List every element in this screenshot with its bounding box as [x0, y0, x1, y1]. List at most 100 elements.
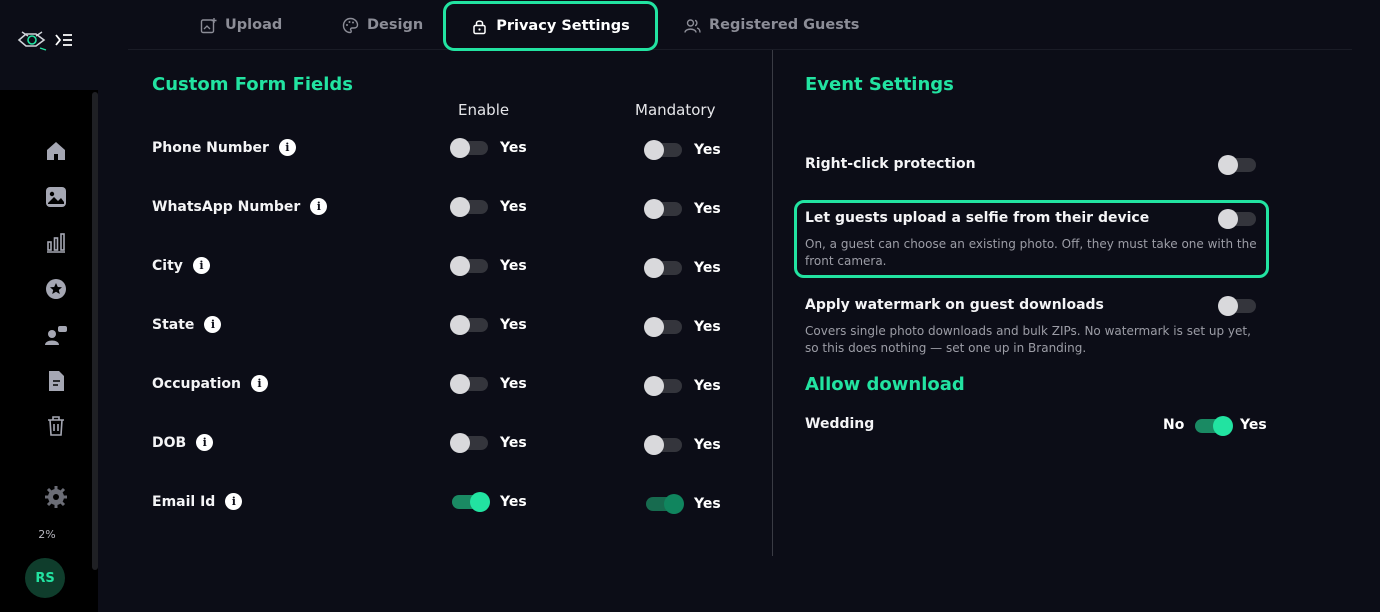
enable-toggle-label: Yes [500, 494, 527, 510]
enable-toggle-label: Yes [500, 199, 527, 215]
tab-upload-label: Upload [225, 17, 283, 33]
mandatory-toggle-switch[interactable] [646, 494, 684, 514]
users-icon[interactable] [44, 323, 68, 347]
toggle-knob [664, 494, 684, 514]
enable-toggle[interactable]: Yes [452, 492, 527, 512]
toggle-knob [644, 317, 664, 337]
info-icon[interactable]: i [204, 316, 222, 333]
field-label-text: Email Id [152, 493, 216, 510]
mandatory-toggle[interactable]: Yes [644, 199, 721, 219]
watermark-label: Apply watermark on guest downloads [805, 297, 1104, 313]
toggle-knob [644, 199, 664, 219]
analytics-icon[interactable] [44, 231, 68, 255]
watermark-toggle[interactable] [1218, 296, 1256, 316]
mandatory-toggle-label: Yes [694, 437, 721, 453]
enable-toggle[interactable]: Yes [450, 256, 527, 276]
enable-toggle[interactable]: Yes [450, 374, 527, 394]
toggle-knob [450, 256, 470, 276]
enable-toggle-label: Yes [500, 140, 527, 156]
toggle-knob [470, 492, 490, 512]
field-label-text: WhatsApp Number [152, 198, 301, 215]
lock-icon [473, 19, 486, 34]
settings-icon[interactable] [44, 485, 68, 509]
toggle-knob [644, 140, 664, 160]
sidebar-scrollbar[interactable] [92, 92, 98, 570]
mandatory-toggle-switch[interactable] [644, 317, 682, 337]
toggle-knob [1218, 155, 1238, 175]
field-label: State i [152, 316, 222, 333]
allow-download-title: Allow download [805, 374, 965, 395]
enable-toggle-label: Yes [500, 317, 527, 333]
right-click-protection-toggle[interactable] [1218, 155, 1256, 175]
toggle-knob [450, 374, 470, 394]
download-yes-label: Yes [1240, 417, 1267, 433]
selfie-upload-description: On, a guest can choose an existing photo… [805, 237, 1257, 268]
tab-design[interactable]: Design [342, 0, 423, 50]
toggle-knob [450, 433, 470, 453]
enable-toggle-label: Yes [500, 258, 527, 274]
enable-toggle-switch[interactable] [450, 315, 488, 335]
tab-registered-guests[interactable]: Registered Guests [684, 0, 859, 50]
enable-toggle[interactable]: Yes [450, 433, 527, 453]
field-label: Phone Number i [152, 139, 296, 156]
document-icon[interactable] [44, 369, 68, 393]
sidebar-header [0, 0, 98, 90]
toggle-knob [644, 435, 664, 455]
enable-toggle-switch[interactable] [452, 492, 490, 512]
enable-toggle-switch[interactable] [450, 197, 488, 217]
mandatory-toggle-switch[interactable] [644, 435, 682, 455]
mandatory-toggle[interactable]: Yes [644, 140, 721, 160]
info-icon[interactable]: i [225, 493, 243, 510]
field-label: DOB i [152, 434, 214, 451]
info-icon[interactable]: i [251, 375, 269, 392]
enable-toggle-switch[interactable] [450, 433, 488, 453]
toggle-knob [644, 258, 664, 278]
watermark-description: Covers single photo downloads and bulk Z… [805, 324, 1251, 355]
tab-privacy-settings-label: Privacy Settings [496, 18, 630, 34]
mandatory-column-header: Mandatory [635, 101, 716, 119]
selfie-upload-toggle[interactable] [1218, 209, 1256, 229]
tab-upload[interactable]: Upload [200, 0, 282, 50]
toggle-knob [450, 197, 470, 217]
selfie-upload-label: Let guests upload a selfie from their de… [805, 210, 1150, 226]
mandatory-toggle[interactable]: Yes [644, 258, 721, 278]
mandatory-toggle-switch[interactable] [644, 376, 682, 396]
mandatory-toggle[interactable]: Yes [644, 435, 721, 455]
trash-icon[interactable] [44, 414, 68, 438]
field-label: Occupation i [152, 375, 269, 392]
info-icon[interactable]: i [310, 198, 328, 215]
field-label-text: DOB [152, 434, 187, 451]
mandatory-toggle-label: Yes [694, 260, 721, 276]
storage-usage: 2% [38, 528, 56, 541]
mandatory-toggle[interactable]: Yes [644, 317, 721, 337]
mandatory-toggle[interactable]: Yes [646, 494, 721, 514]
mandatory-toggle-switch[interactable] [644, 199, 682, 219]
guests-icon [684, 18, 701, 33]
star-icon[interactable] [44, 277, 68, 301]
info-icon[interactable]: i [278, 139, 296, 156]
toggle-knob [450, 138, 470, 158]
toggle-knob [1218, 296, 1238, 316]
event-settings-title: Event Settings [805, 74, 954, 95]
enable-toggle[interactable]: Yes [450, 315, 527, 335]
home-icon[interactable] [44, 139, 68, 163]
info-icon[interactable]: i [192, 257, 210, 274]
enable-toggle[interactable]: Yes [450, 197, 527, 217]
field-label-text: Occupation [152, 375, 242, 392]
enable-toggle-switch[interactable] [450, 138, 488, 158]
gallery-icon[interactable] [44, 185, 68, 209]
enable-toggle-switch[interactable] [450, 256, 488, 276]
enable-toggle[interactable]: Yes [450, 138, 527, 158]
enable-toggle-switch[interactable] [450, 374, 488, 394]
mandatory-toggle-switch[interactable] [644, 258, 682, 278]
mandatory-toggle-switch[interactable] [644, 140, 682, 160]
enable-toggle-label: Yes [500, 376, 527, 392]
avatar[interactable]: RS [25, 558, 65, 598]
tab-privacy-settings[interactable]: Privacy Settings [443, 1, 658, 51]
wedding-download-toggle[interactable] [1195, 416, 1233, 436]
mandatory-toggle[interactable]: Yes [644, 376, 721, 396]
info-icon[interactable]: i [196, 434, 214, 451]
collapse-sidebar-icon[interactable] [54, 31, 74, 49]
toggle-knob [1218, 209, 1238, 229]
field-label-text: City [152, 257, 183, 274]
